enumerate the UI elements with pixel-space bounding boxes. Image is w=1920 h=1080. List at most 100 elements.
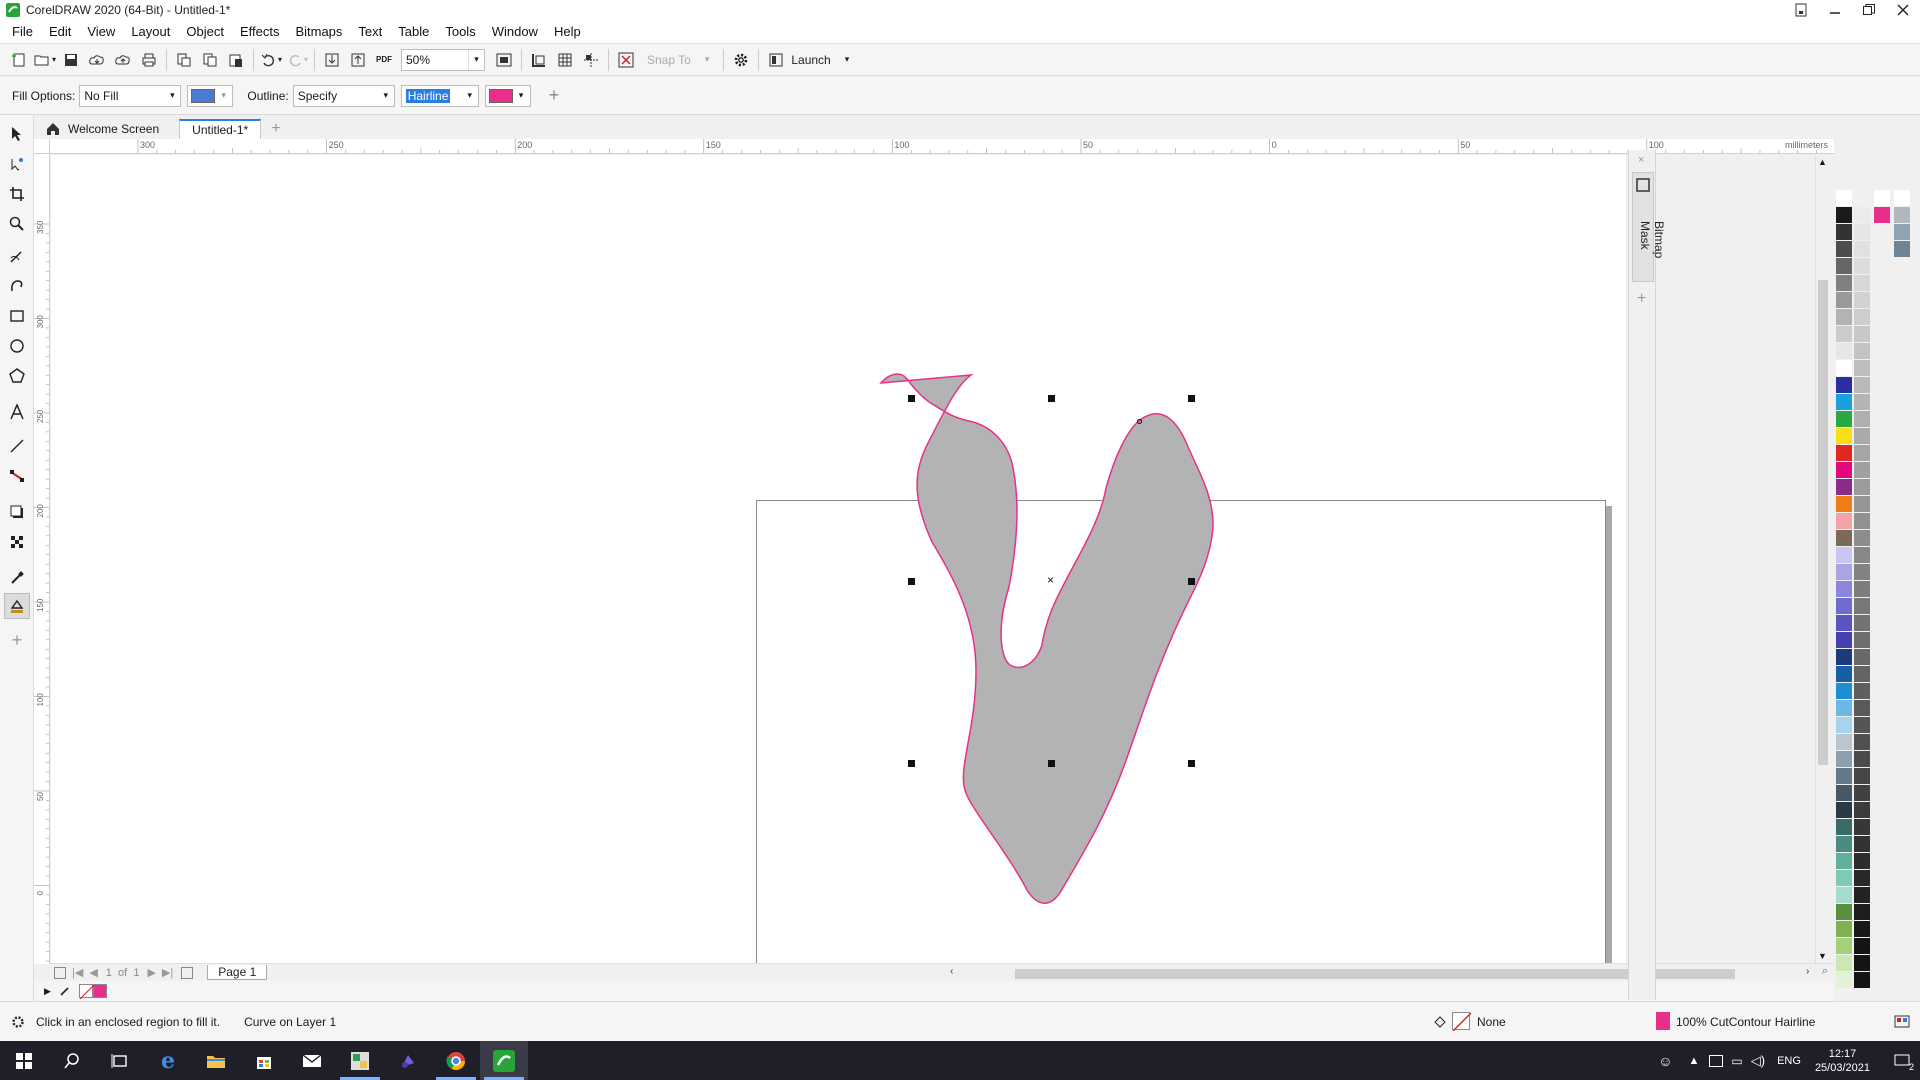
palette-swatch[interactable] [1836, 513, 1852, 530]
undo-icon[interactable]: ▾ [258, 47, 284, 73]
scroll-left-icon[interactable]: ‹ [950, 966, 953, 977]
language-indicator[interactable]: ENG [1777, 1055, 1801, 1067]
palette-swatch[interactable] [1836, 870, 1852, 887]
selection-handle-bottom-left[interactable] [908, 760, 915, 767]
eyedropper-small-icon[interactable] [59, 985, 71, 997]
palette-swatch[interactable] [1836, 258, 1852, 275]
publish-pdf-icon[interactable]: PDF [371, 47, 397, 73]
palette-swatch[interactable] [1854, 207, 1870, 224]
palette-swatch[interactable] [1854, 649, 1870, 666]
copy-icon[interactable] [197, 47, 223, 73]
palette-swatch[interactable] [1836, 836, 1852, 853]
palette-swatch[interactable] [1836, 717, 1852, 734]
palette-swatch[interactable] [1854, 683, 1870, 700]
palette-swatch[interactable] [1836, 955, 1852, 972]
palette-swatch[interactable] [1854, 785, 1870, 802]
palette-swatch[interactable] [1836, 598, 1852, 615]
menu-file[interactable]: File [4, 24, 41, 39]
palette-swatch[interactable] [1836, 972, 1852, 989]
cloud-upload-icon[interactable] [110, 47, 136, 73]
pick-tool-icon[interactable] [4, 121, 30, 147]
notification-center-icon[interactable]: 2 [1884, 1041, 1920, 1080]
palette-swatch[interactable] [1836, 802, 1852, 819]
palette-swatch[interactable] [1854, 615, 1870, 632]
import-icon[interactable] [319, 47, 345, 73]
palette-swatch[interactable] [1854, 309, 1870, 326]
palette-swatch[interactable] [1854, 564, 1870, 581]
palette-swatch[interactable] [1836, 309, 1852, 326]
palette-swatch[interactable] [1836, 904, 1852, 921]
palette-swatch[interactable] [1854, 496, 1870, 513]
file-explorer-icon[interactable] [192, 1041, 240, 1080]
palette-expand-icon[interactable]: ▶ [44, 986, 51, 997]
outline-width-value[interactable]: Hairline [405, 88, 451, 103]
palette-swatch[interactable] [1836, 632, 1852, 649]
palette-swatch[interactable] [1854, 377, 1870, 394]
menu-window[interactable]: Window [484, 24, 546, 39]
outline-width-combo[interactable]: Hairline ▾ [400, 84, 479, 107]
palette-swatch[interactable] [1854, 751, 1870, 768]
tab-welcome-screen[interactable]: Welcome Screen [34, 119, 171, 139]
palette-swatch[interactable] [1836, 360, 1852, 377]
windows-start-icon[interactable] [0, 1041, 48, 1080]
microsoft-store-icon[interactable] [240, 1041, 288, 1080]
add-property-icon[interactable]: + [549, 85, 560, 106]
palette-swatch[interactable] [1854, 394, 1870, 411]
zoom-tool-icon[interactable] [4, 211, 30, 237]
volume-icon[interactable]: ◁) [1751, 1053, 1765, 1069]
palette-swatch[interactable] [1894, 241, 1910, 258]
palette-swatch[interactable] [1854, 513, 1870, 530]
vertical-scroll-thumb[interactable] [1818, 280, 1828, 765]
palette-swatch[interactable] [1854, 870, 1870, 887]
open-folder-icon[interactable]: ▾ [32, 47, 58, 73]
connector-tool-icon[interactable] [4, 463, 30, 489]
snap-to-dropdown[interactable]: Snap To [647, 53, 691, 67]
palette-swatch[interactable] [1836, 377, 1852, 394]
palette-swatch[interactable] [1836, 479, 1852, 496]
tab-untitled-1[interactable]: Untitled-1* [179, 119, 262, 139]
restore-window-icon[interactable] [1784, 0, 1818, 20]
show-rulers-icon[interactable] [526, 47, 552, 73]
drop-shadow-tool-icon[interactable] [4, 499, 30, 525]
search-icon[interactable] [48, 1041, 96, 1080]
save-icon[interactable] [58, 47, 84, 73]
clock[interactable]: 12:17 25/03/2021 [1815, 1047, 1870, 1075]
add-tool-icon[interactable]: + [4, 627, 30, 653]
palette-swatch[interactable] [1854, 224, 1870, 241]
drawing-canvas[interactable]: × [51, 155, 1626, 1066]
palette-swatch[interactable] [1854, 292, 1870, 309]
selection-handle-middle-right[interactable] [1188, 578, 1195, 585]
palette-swatch[interactable] [1854, 326, 1870, 343]
palette-swatch[interactable] [1836, 615, 1852, 632]
outline-type-combo[interactable]: Specify ▾ [292, 84, 395, 107]
palette-swatch[interactable] [1836, 343, 1852, 360]
maximize-button[interactable] [1852, 0, 1886, 20]
menu-table[interactable]: Table [390, 24, 437, 39]
palette-swatch[interactable] [1836, 462, 1852, 479]
palette-swatch[interactable] [1836, 768, 1852, 785]
palette-swatch[interactable] [1836, 683, 1852, 700]
palette-swatch[interactable] [1854, 190, 1870, 207]
show-guidelines-icon[interactable] [578, 47, 604, 73]
export-icon[interactable] [345, 47, 371, 73]
parallel-dimension-tool-icon[interactable] [4, 433, 30, 459]
menu-bitmaps[interactable]: Bitmaps [287, 24, 350, 39]
status-outline-swatch[interactable] [1656, 1012, 1670, 1030]
palette-swatch[interactable] [1854, 666, 1870, 683]
palette-swatch[interactable] [1854, 428, 1870, 445]
network-icon[interactable]: ▭ [1731, 1054, 1742, 1068]
palette-swatch[interactable] [1854, 802, 1870, 819]
palette-swatch[interactable] [1854, 955, 1870, 972]
palette-swatch[interactable] [1854, 819, 1870, 836]
palette-swatch[interactable] [1836, 394, 1852, 411]
page-options-icon[interactable] [54, 966, 66, 979]
color-proofing-icon[interactable] [1894, 1014, 1910, 1030]
palette-swatch[interactable] [1854, 343, 1870, 360]
launch-button[interactable]: Launch [791, 53, 830, 67]
selection-handle-bottom-center[interactable] [1048, 760, 1055, 767]
palette-swatch[interactable] [1836, 275, 1852, 292]
snap-off-icon[interactable] [613, 47, 639, 73]
shape-tool-icon[interactable] [4, 151, 30, 177]
palette-swatch[interactable] [1854, 479, 1870, 496]
palette-pink-swatch[interactable] [92, 984, 107, 998]
